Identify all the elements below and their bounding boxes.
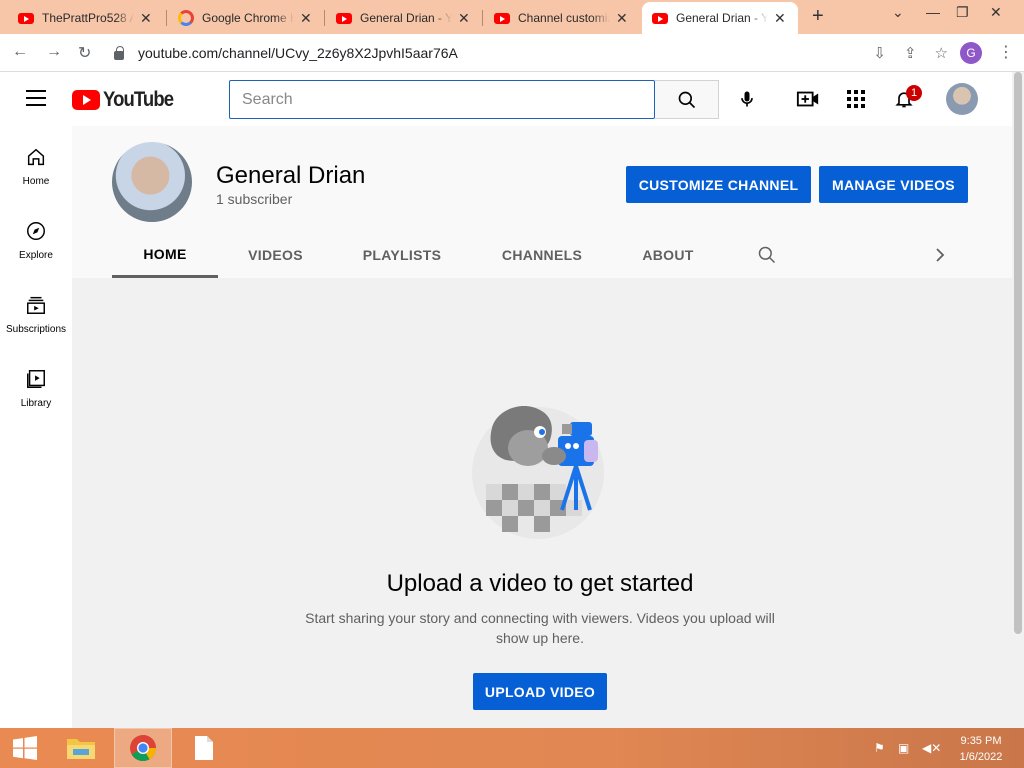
volume-muted-icon[interactable]: ◀✕ [922, 741, 941, 755]
new-tab-button[interactable]: + [812, 5, 824, 28]
channel-avatar[interactable] [112, 142, 192, 222]
bookmark-star-icon[interactable]: ☆ [935, 44, 948, 62]
youtube-logo[interactable]: YouTube [72, 88, 183, 112]
windows-taskbar: ⚑ ▣ ◀✕ 9:35 PM 1/6/2022 [0, 728, 1024, 768]
share-icon[interactable]: ⇪ [904, 44, 917, 62]
search-button[interactable] [655, 80, 719, 119]
explore-icon [27, 222, 45, 240]
back-icon[interactable]: ← [12, 43, 28, 61]
page-scrollbar[interactable] [1012, 72, 1024, 728]
minimize-icon[interactable]: — [926, 4, 940, 20]
close-icon[interactable]: ✕ [140, 10, 152, 27]
guide-item-explore[interactable]: Explore [0, 200, 72, 274]
close-window-icon[interactable]: ✕ [990, 4, 1002, 21]
close-icon[interactable]: ✕ [300, 10, 312, 27]
start-button[interactable] [8, 728, 42, 768]
youtube-icon [336, 12, 352, 24]
address-bar[interactable]: youtube.com/channel/UCvy_2z6y8X2JpvhI5aa… [108, 39, 948, 67]
browser-tab-active[interactable]: General Drian - Y ✕ [642, 2, 798, 34]
subscriber-count: 1 subscriber [216, 191, 293, 207]
tab-about[interactable]: ABOUT [630, 232, 706, 278]
tab-home[interactable]: HOME [112, 232, 218, 278]
tab-videos[interactable]: VIDEOS [228, 232, 323, 278]
youtube-icon [494, 12, 510, 24]
system-clock[interactable]: 9:35 PM 1/6/2022 [952, 733, 1010, 765]
youtube-icon [652, 12, 668, 24]
chevron-right-icon[interactable] [928, 232, 952, 278]
chrome-taskbar-icon[interactable] [114, 728, 172, 768]
upload-video-button[interactable]: UPLOAD VIDEO [473, 673, 607, 710]
forward-icon[interactable]: → [46, 43, 62, 61]
tab-channels[interactable]: CHANNELS [490, 232, 594, 278]
google-icon [178, 10, 194, 26]
empty-state-title: Upload a video to get started [386, 570, 694, 597]
lock-icon [114, 45, 124, 60]
tab-playlists[interactable]: PLAYLISTS [348, 232, 456, 278]
guide-sidebar: Home Explore Subscriptions Library [0, 126, 72, 728]
close-icon[interactable]: ✕ [774, 10, 786, 27]
browser-tab-strip: ThePrattPro528 A ✕ Google Chrome H ✕ Gen… [0, 0, 1024, 34]
document-icon[interactable] [186, 728, 222, 768]
search-icon [678, 91, 695, 108]
channel-name: General Drian [216, 162, 366, 189]
browser-menu-icon[interactable]: ⋮ [998, 42, 1014, 62]
menu-icon[interactable] [26, 90, 46, 106]
close-icon[interactable]: ✕ [458, 10, 470, 27]
browser-tab[interactable]: Google Chrome H ✕ [168, 2, 322, 34]
channel-header: General Drian 1 subscriber CUSTOMIZE CHA… [72, 126, 1012, 278]
tab-search-icon[interactable]: ⌄ [892, 4, 904, 21]
youtube-masthead: YouTube Search 1 [0, 72, 1012, 126]
account-avatar[interactable] [946, 83, 978, 115]
windows-logo-icon [13, 736, 37, 760]
subscriptions-icon [27, 296, 45, 314]
browser-tab[interactable]: ThePrattPro528 A ✕ [8, 2, 162, 34]
install-icon[interactable]: ⇩ [873, 44, 886, 62]
youtube-icon [18, 12, 34, 24]
scrollbar-thumb[interactable] [1014, 72, 1022, 634]
upload-illustration [472, 406, 604, 539]
manage-videos-button[interactable]: MANAGE VIDEOS [819, 166, 968, 203]
notification-badge: 1 [906, 85, 922, 101]
action-center-flag-icon[interactable]: ⚑ [874, 741, 885, 755]
channel-search-icon[interactable] [752, 232, 782, 278]
guide-item-home[interactable]: Home [0, 126, 72, 200]
apps-icon[interactable] [844, 87, 868, 111]
library-icon [27, 370, 45, 388]
browser-tab[interactable]: Channel customiz ✕ [484, 2, 638, 34]
browser-tab[interactable]: General Drian - Y ✕ [326, 2, 480, 34]
reload-icon[interactable]: ↻ [78, 43, 91, 63]
browser-toolbar: ← → ↻ youtube.com/channel/UCvy_2z6y8X2Jp… [0, 34, 1024, 72]
profile-avatar[interactable]: G [960, 42, 982, 64]
empty-state-description: Start sharing your story and connecting … [305, 610, 775, 646]
restore-icon[interactable]: ❐ [956, 4, 969, 21]
network-icon[interactable]: ▣ [898, 741, 909, 755]
youtube-logo-icon [72, 90, 100, 110]
microphone-icon[interactable] [735, 87, 759, 111]
channel-content: Upload a video to get started Start shar… [72, 278, 1012, 728]
guide-item-library[interactable]: Library [0, 348, 72, 422]
guide-item-subscriptions[interactable]: Subscriptions [0, 274, 72, 348]
home-icon [27, 148, 45, 166]
create-video-icon[interactable] [796, 87, 820, 111]
customize-channel-button[interactable]: CUSTOMIZE CHANNEL [626, 166, 811, 203]
search-input[interactable]: Search [229, 80, 655, 119]
file-explorer-icon[interactable] [60, 728, 102, 768]
url-text: youtube.com/channel/UCvy_2z6y8X2JpvhI5aa… [138, 45, 458, 61]
close-icon[interactable]: ✕ [616, 10, 628, 27]
